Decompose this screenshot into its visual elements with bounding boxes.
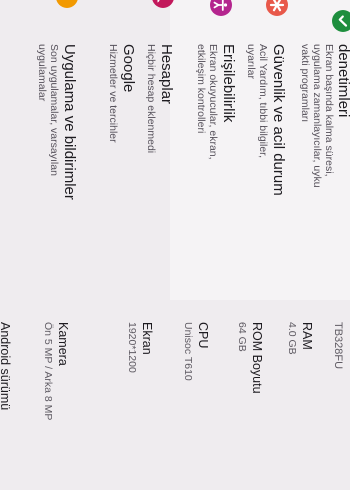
spec-value: Ön 5 MP / Arka 8 MP — [42, 322, 54, 421]
settings-screen-rotated: denetimleri Ekran başında kalma süresi, … — [0, 0, 350, 490]
settings-item-title: Erişilebilirlik — [220, 44, 237, 123]
android-version-label: Android sürümü — [0, 322, 12, 411]
apps-icon — [56, 0, 78, 8]
spec-label: CPU — [196, 322, 210, 349]
settings-item-apps-notifications[interactable]: Uygulama ve bildirimler Son uygulamalar,… — [36, 0, 350, 300]
spec-label: ROM Boyutu — [250, 322, 264, 394]
spec-value: 1920*1200 — [126, 322, 138, 373]
settings-item-title: Güvenlik ve acil durum — [270, 44, 287, 196]
settings-item-subtitle: uygulamalar — [36, 44, 48, 102]
settings-item-subtitle: uyarılar — [245, 44, 257, 80]
account-icon — [152, 0, 174, 8]
spec-label: Kamera — [56, 322, 70, 366]
settings-item-subtitle: Hiçbir hesap eklenmedi — [145, 44, 157, 154]
medical-asterisk-icon — [266, 0, 288, 16]
settings-item-subtitle: Ekran okuyucular, ekran, — [207, 44, 219, 160]
settings-item-title: Hesaplar — [158, 44, 175, 105]
settings-item-subtitle: Hizmetler ve tercihler — [107, 44, 119, 143]
accessibility-icon — [210, 0, 232, 16]
settings-item-subtitle: etkileşim kontrolleri — [195, 44, 207, 134]
settings-item-subtitle: Son uygulamalar, varsayılan — [48, 44, 60, 176]
spec-value: Unisoc T610 — [182, 322, 194, 381]
settings-item-title: Google — [120, 44, 137, 93]
device-model: TB328FU — [332, 322, 344, 370]
spec-label: Ekran — [140, 322, 154, 355]
spec-value: 64 GB — [236, 322, 248, 352]
spec-label: RAM — [300, 322, 314, 350]
spec-value: 4.0 GB — [286, 322, 298, 355]
settings-item-subtitle: Acil Yardım, tıbbi bilgiler, — [257, 44, 269, 158]
settings-item-title: Uygulama ve bildirimler — [61, 44, 78, 200]
